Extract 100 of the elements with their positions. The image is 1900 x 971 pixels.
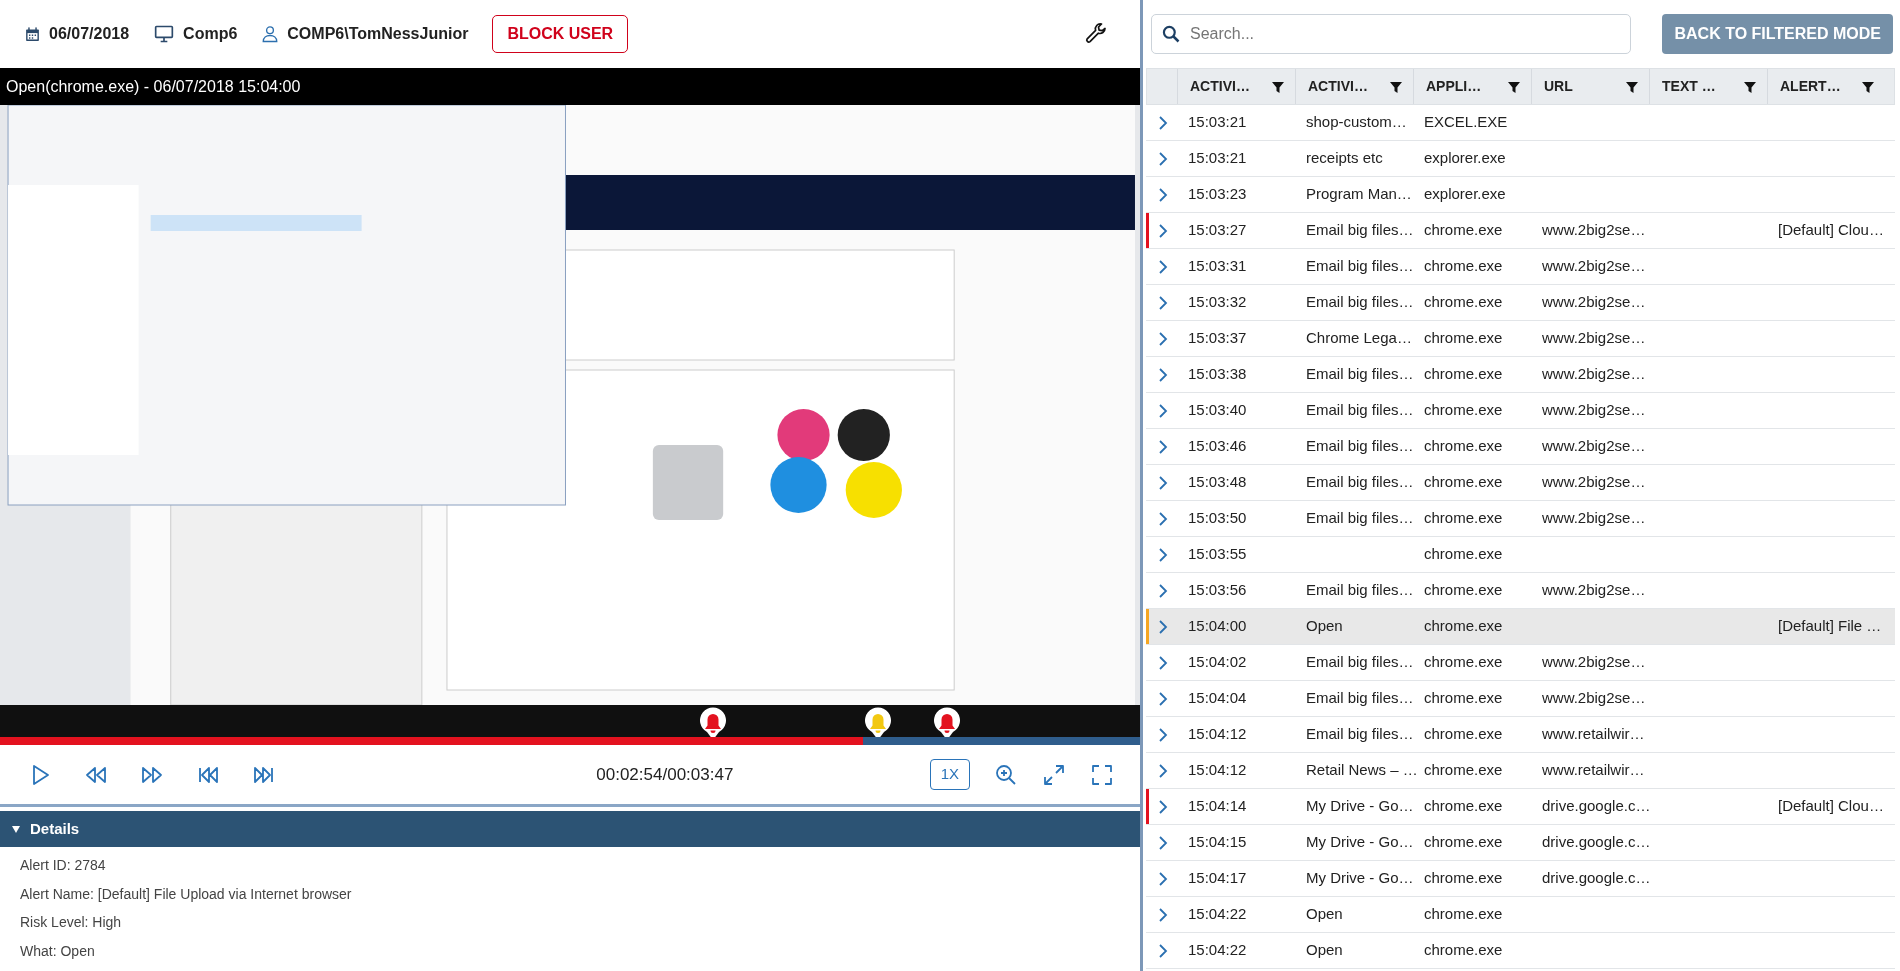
chevron-right-icon[interactable]	[1157, 259, 1168, 274]
column-header[interactable]: ACTIVI…	[1177, 69, 1295, 104]
wrench-icon[interactable]	[1084, 22, 1108, 46]
table-cell-text: 15:04:22	[1187, 904, 1248, 925]
chevron-right-icon[interactable]	[1157, 691, 1168, 706]
table-cell-text: chrome.exe	[1423, 868, 1504, 889]
filter-icon[interactable]	[1389, 79, 1403, 94]
table-cell-text: 15:04:15	[1187, 832, 1248, 853]
chevron-right-icon[interactable]	[1157, 403, 1168, 418]
chevron-right-icon[interactable]	[1157, 871, 1168, 886]
column-header[interactable]: URL	[1531, 69, 1649, 104]
chevron-right-icon[interactable]	[1157, 907, 1168, 922]
filter-icon[interactable]	[1625, 79, 1639, 94]
table-cell-text: 15:03:37	[1187, 328, 1248, 349]
chevron-right-icon[interactable]	[1157, 223, 1168, 238]
expand-icon[interactable]	[1042, 762, 1066, 787]
table-cell-text: chrome.exe	[1423, 292, 1504, 313]
detail-text: Alert ID: 2784	[19, 856, 107, 875]
table-cell-text: chrome.exe	[1423, 832, 1504, 853]
table-cell-text: www.2big2se…	[1541, 328, 1647, 349]
chevron-right-icon[interactable]	[1157, 763, 1168, 778]
table-cell-text: 15:04:12	[1187, 724, 1248, 745]
chevron-right-icon[interactable]	[1157, 583, 1168, 598]
chevron-right-icon[interactable]	[1157, 943, 1168, 958]
table-cell-text: Email big files…	[1305, 256, 1412, 277]
table-cell-text: www.2big2se…	[1541, 472, 1647, 493]
table-cell-text: chrome.exe	[1423, 688, 1504, 709]
table-cell-text: chrome.exe	[1423, 364, 1504, 385]
table-cell-text: www.2big2se…	[1541, 652, 1647, 673]
table-cell-text: chrome.exe	[1423, 724, 1504, 745]
table-cell-text: 15:03:21	[1187, 148, 1248, 169]
chevron-right-icon[interactable]	[1157, 115, 1168, 130]
search-field[interactable]: Search...	[1151, 14, 1631, 54]
chevron-right-icon[interactable]	[1157, 727, 1168, 742]
table-cell-text: www.2big2se…	[1541, 688, 1647, 709]
table-cell-text: 15:03:55	[1187, 544, 1248, 565]
table-cell-text: [Default] File …	[1777, 616, 1883, 637]
computer-name: Comp6	[183, 24, 238, 44]
chevron-right-icon[interactable]	[1157, 475, 1168, 490]
table-cell-text: chrome.exe	[1423, 580, 1504, 601]
chevron-right-icon[interactable]	[1157, 835, 1168, 850]
chevron-right-icon[interactable]	[1157, 151, 1168, 166]
table-cell-text: www.2big2se…	[1541, 292, 1647, 313]
chevron-right-icon[interactable]	[1157, 655, 1168, 670]
detail-text: Risk Level: High	[19, 913, 123, 932]
table-row[interactable]: 15:04:14 My Drive - Go… chrome.exe drive.google.c… [Default] Clou…	[1146, 789, 1895, 825]
table-cell-text: 15:03:21	[1187, 112, 1248, 133]
table-cell-text: www.retailwir…	[1541, 760, 1646, 781]
chevron-right-icon[interactable]	[1157, 799, 1168, 814]
chevron-right-icon[interactable]	[1157, 511, 1168, 526]
table-row[interactable]: 15:03:27 Email big files… chrome.exe www.2big2se… [Default] Clou…	[1146, 213, 1895, 249]
chevron-right-icon[interactable]	[1157, 331, 1168, 346]
table-cell-text: My Drive - Go…	[1305, 868, 1412, 889]
table-cell-text: www.2big2se…	[1541, 580, 1647, 601]
table-cell-text: Email big files…	[1305, 436, 1412, 457]
block-user-button[interactable]: BLOCK USER	[492, 15, 629, 53]
filter-icon[interactable]	[1861, 79, 1875, 94]
table-cell-text: Chrome Lega…	[1305, 328, 1412, 349]
table-cell-text: 15:03:50	[1187, 508, 1248, 529]
chevron-right-icon[interactable]	[1157, 619, 1168, 634]
table-cell-text: 15:04:17	[1187, 868, 1248, 889]
table-cell-text: 15:04:00	[1187, 616, 1248, 637]
table-row[interactable]: 15:04:00 Open chrome.exe [Default] File …	[1146, 609, 1895, 645]
column-header[interactable]: ACTIVI…	[1295, 69, 1413, 104]
chevron-right-icon[interactable]	[1157, 187, 1168, 202]
zoom-in-icon[interactable]	[994, 762, 1018, 787]
table-cell-text: My Drive - Go…	[1305, 796, 1412, 817]
table-cell-text: 15:03:27	[1187, 220, 1248, 241]
table-cell-text: shop-custom…	[1305, 112, 1408, 133]
table-cell-text: Email big files…	[1305, 688, 1412, 709]
table-cell-text: Open	[1305, 616, 1344, 637]
playback-time: 00:02:54/00:03:47	[595, 763, 734, 786]
details-header[interactable]: Details	[0, 811, 1140, 847]
table-cell-text: drive.google.c…	[1541, 832, 1648, 853]
table-cell-text: www.2big2se…	[1541, 364, 1647, 385]
details-title: Details	[30, 818, 80, 839]
table-cell-text: www.2big2se…	[1541, 508, 1647, 529]
table-cell-text: 15:03:48	[1187, 472, 1248, 493]
filter-icon[interactable]	[1743, 79, 1757, 94]
table-cell-text: 15:03:46	[1187, 436, 1248, 457]
chevron-right-icon[interactable]	[1157, 367, 1168, 382]
fullscreen-icon[interactable]	[1090, 762, 1114, 787]
column-header[interactable]: ALERT…	[1767, 69, 1885, 104]
table-cell-text: My Drive - Go…	[1305, 832, 1412, 853]
table-cell-text: 15:03:23	[1187, 184, 1248, 205]
chevron-right-icon[interactable]	[1157, 439, 1168, 454]
column-header[interactable]: APPLI…	[1413, 69, 1531, 104]
speed-button[interactable]: 1X	[929, 759, 970, 790]
detail-text: What: Open	[19, 941, 96, 961]
table-cell-text: 15:03:38	[1187, 364, 1248, 385]
filter-icon[interactable]	[1507, 79, 1521, 94]
filter-icon[interactable]	[1271, 79, 1285, 94]
chevron-right-icon[interactable]	[1157, 547, 1168, 562]
table-cell-text: Email big files…	[1305, 400, 1412, 421]
monitor-icon	[153, 24, 176, 44]
column-header[interactable]: TEXT …	[1649, 69, 1767, 104]
table-cell-text: explorer.exe	[1423, 148, 1507, 169]
table-cell-text: chrome.exe	[1423, 220, 1504, 241]
chevron-right-icon[interactable]	[1157, 295, 1168, 310]
date-text: 06/07/2018	[49, 24, 130, 44]
